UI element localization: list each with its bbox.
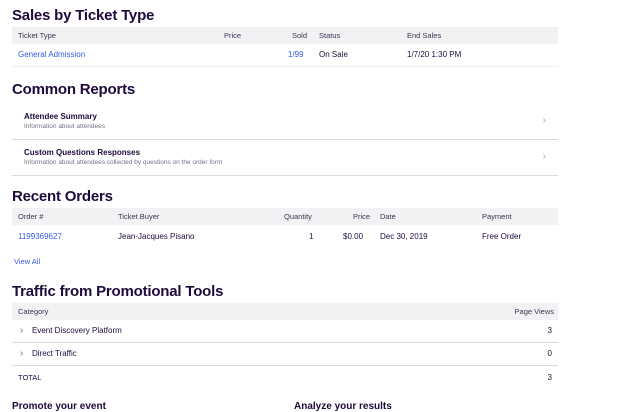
col-ticket-type: Ticket Type	[18, 31, 56, 40]
sales-title: Sales by Ticket Type	[12, 7, 155, 24]
table-row: General Admission 1/99 On Sale 1/7/20 1:…	[12, 44, 558, 67]
reports-title: Common Reports	[12, 81, 136, 98]
traffic-category: Event Discovery Platform	[32, 326, 122, 335]
orders-title: Recent Orders	[12, 188, 113, 205]
traffic-views: 3	[547, 326, 552, 335]
chevron-right-icon: ›	[20, 348, 24, 359]
traffic-total-label: TOTAL	[18, 373, 42, 382]
col-end-sales: End Sales	[407, 31, 442, 40]
chevron-right-icon: ›	[542, 115, 546, 126]
col-price: Price	[353, 212, 371, 221]
ticket-end-sales: 1/7/20 1:30 PM	[407, 50, 462, 59]
order-number-link[interactable]: 1199369627	[18, 226, 62, 248]
col-status: Status	[319, 31, 341, 40]
order-date: Dec 30, 2019	[380, 232, 428, 241]
ticket-type-link[interactable]: General Admission	[18, 44, 85, 66]
orders-table-header: Order # Ticket Buyer Quantity Price Date…	[12, 208, 558, 225]
chevron-right-icon: ›	[20, 325, 24, 336]
col-date: Date	[380, 212, 396, 221]
ticket-sold-link[interactable]: 1/99	[288, 44, 304, 66]
col-category: Category	[18, 307, 49, 316]
traffic-total-views: 3	[547, 373, 552, 382]
col-page-views: Page Views	[514, 307, 554, 316]
order-buyer: Jean-Jacques Pisano	[118, 232, 195, 241]
report-title: Attendee Summary	[24, 112, 97, 121]
report-attendee-summary[interactable]: Attendee Summary Information about atten…	[12, 104, 558, 140]
col-quantity: Quantity	[284, 212, 312, 221]
report-subtitle: Information about attendees collected by…	[24, 159, 223, 166]
promote-heading: Promote your event	[12, 401, 106, 412]
table-row: 1199369627 Jean-Jacques Pisano 1 $0.00 D…	[12, 226, 558, 248]
order-price: $0.00	[343, 232, 364, 241]
chevron-right-icon: ›	[542, 151, 546, 162]
report-custom-questions[interactable]: Custom Questions Responses Information a…	[12, 140, 558, 176]
col-order: Order #	[18, 212, 44, 221]
traffic-category: Direct Traffic	[32, 349, 77, 358]
traffic-table-header: Category Page Views	[12, 303, 558, 320]
traffic-views: 0	[547, 349, 552, 358]
col-buyer: Ticket Buyer	[118, 212, 160, 221]
col-price: Price	[224, 31, 242, 40]
traffic-total-row: TOTAL 3	[12, 367, 558, 389]
col-sold: Sold	[292, 31, 308, 40]
order-payment: Free Order	[482, 232, 522, 241]
report-title: Custom Questions Responses	[24, 148, 141, 157]
report-subtitle: Information about attendees	[24, 123, 105, 130]
sales-table-header: Ticket Type Price Sold Status End Sales	[12, 27, 558, 44]
view-all-link[interactable]: View All	[14, 257, 40, 266]
traffic-row-event-discovery[interactable]: › Event Discovery Platform 3	[12, 320, 558, 343]
ticket-status: On Sale	[319, 50, 348, 59]
traffic-title: Traffic from Promotional Tools	[12, 283, 224, 300]
traffic-row-direct[interactable]: › Direct Traffic 0	[12, 343, 558, 366]
analyze-heading: Analyze your results	[294, 401, 392, 412]
col-payment: Payment	[482, 212, 512, 221]
order-quantity: 1	[309, 232, 314, 241]
